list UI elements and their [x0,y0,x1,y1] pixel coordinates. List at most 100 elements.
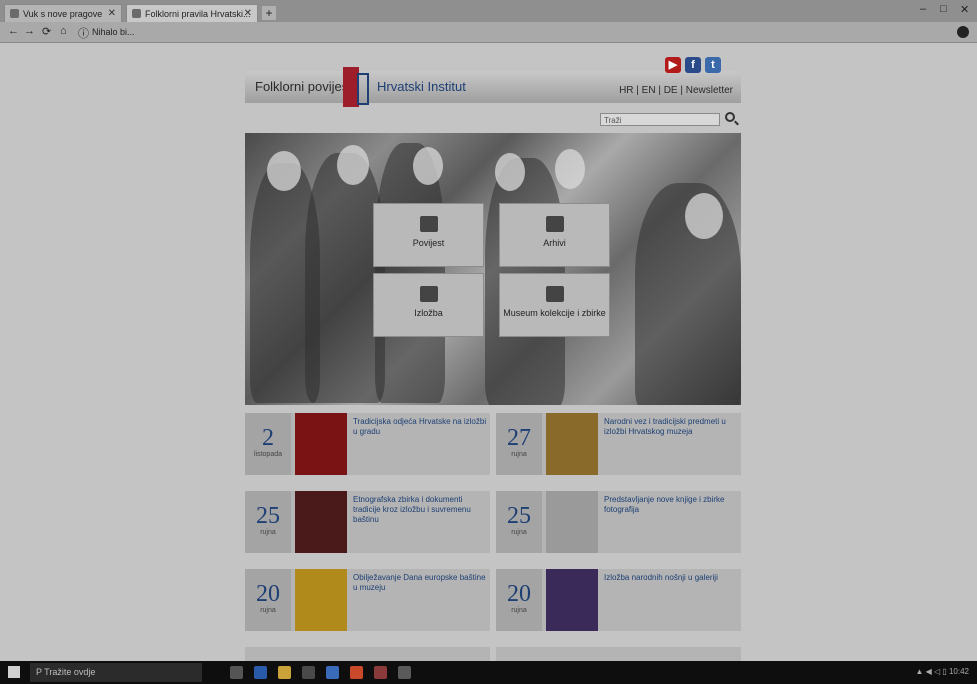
news-item-partial[interactable] [496,647,741,661]
site-logo-text-left[interactable]: Folklorni povijest [255,79,352,94]
hero-tile-kolekcije[interactable]: Museum kolekcije i zbirke [499,273,610,337]
hero-face [495,153,525,191]
news-day: 20 [507,581,531,607]
website-page: Folklorni povijest Hrvatski Institut ▶ f… [245,43,741,661]
minimize-button[interactable]: – [920,3,926,15]
news-thumbnail[interactable] [295,569,347,631]
site-header: Folklorni povijest Hrvatski Institut ▶ f… [245,57,741,107]
site-search-input[interactable]: Traži [600,113,720,126]
site-info-icon[interactable]: ⓘ [78,25,89,41]
browser-tab-bar: Vuk s nove pragove ✕ Folklorni pravila H… [0,0,977,23]
reload-icon[interactable]: ⟳ [42,25,51,38]
news-item[interactable]: 20 rujna Obilježavanje Dana europske baš… [245,569,490,631]
system-tray[interactable]: ▲ ◀ ◁ ▯ 10:42 [915,667,969,676]
news-headline[interactable]: Izložba narodnih nošnji u galeriji [604,573,738,583]
tab-favicon-icon [132,9,141,18]
back-arrow-icon[interactable]: ← [8,25,19,37]
browser-tab-2[interactable]: Folklorni pravila Hrvatski... ✕ [126,4,258,22]
hero-banner: Povijest Arhivi Izložba Museum kolekcije… [245,133,741,405]
profile-avatar[interactable] [957,26,969,38]
close-tab-icon[interactable]: ✕ [244,5,252,22]
hero-face [337,145,369,185]
tab-title: Vuk s nove pragove [23,9,103,19]
news-item[interactable]: 25 rujna Predstavljanje nove knjige i zb… [496,491,741,553]
address-bar-row: ← → ⟳ ⌂ ⓘ Nihalo bi... [0,22,977,43]
close-tab-icon[interactable]: ✕ [108,5,116,22]
news-item[interactable]: 25 rujna Etnografska zbirka i dokumenti … [245,491,490,553]
news-date: 20 rujna [245,569,291,631]
news-item[interactable]: 27 rujna Narodni vez i tradicijski predm… [496,413,741,475]
facebook-icon[interactable]: f [685,57,701,73]
news-day: 27 [507,425,531,451]
forward-arrow-icon[interactable]: → [24,25,35,37]
hero-tile-izlozba[interactable]: Izložba [373,273,484,337]
store-icon[interactable] [302,666,315,679]
news-headline[interactable]: Predstavljanje nove knjige i zbirke foto… [604,495,738,515]
news-month: rujna [511,607,527,614]
twitter-icon[interactable]: t [705,57,721,73]
edge-icon[interactable] [254,666,267,679]
site-logo-text-right[interactable]: Hrvatski Institut [377,79,466,94]
news-headline[interactable]: Tradicijska odjeća Hrvatske na izložbi u… [353,417,487,437]
tab-favicon-icon [10,9,19,18]
news-month: rujna [511,451,527,458]
app-icon[interactable] [398,666,411,679]
windows-start-icon[interactable] [8,666,20,678]
news-headline[interactable]: Obilježavanje Dana europske baštine u mu… [353,573,487,593]
collection-icon [545,286,564,302]
hero-tile-povijest[interactable]: Povijest [373,203,484,267]
taskbar-search-box[interactable]: P Tražite ovdje [30,663,202,682]
mail-icon[interactable] [326,666,339,679]
news-day: 25 [256,503,280,529]
hero-tile-label: Museum kolekcije i zbirke [503,308,606,318]
archive-icon [545,216,564,232]
close-window-button[interactable]: ✕ [960,3,969,16]
news-headline[interactable]: Narodni vez i tradicijski predmeti u izl… [604,417,738,437]
file-explorer-icon[interactable] [278,666,291,679]
hero-tile-label: Izložba [414,308,443,318]
news-item-partial[interactable] [245,647,490,661]
news-month: rujna [260,607,276,614]
news-date: 27 rujna [496,413,542,475]
search-icon[interactable] [725,112,735,122]
url-field[interactable]: Nihalo bi... [92,26,912,39]
news-day: 2 [262,425,274,451]
page-viewport: Folklorni povijest Hrvatski Institut ▶ f… [0,43,977,661]
chrome-icon[interactable] [350,666,363,679]
hero-face [555,149,585,189]
news-date: 25 rujna [245,491,291,553]
exhibit-icon [419,286,438,302]
news-day: 20 [256,581,280,607]
youtube-icon[interactable]: ▶ [665,57,681,73]
hero-tile-arhivi[interactable]: Arhivi [499,203,610,267]
news-date: 20 rujna [496,569,542,631]
hero-tile-label: Arhivi [543,238,566,248]
news-item[interactable]: 2 listopada Tradicijska odjeća Hrvatske … [245,413,490,475]
new-tab-button[interactable]: + [262,6,276,20]
news-day: 25 [507,503,531,529]
building-icon [419,216,438,232]
hero-face [685,193,723,239]
news-thumbnail[interactable] [295,491,347,553]
news-thumbnail[interactable] [295,413,347,475]
news-headline[interactable]: Etnografska zbirka i dokumenti tradicije… [353,495,487,525]
app-icon[interactable] [374,666,387,679]
news-date: 2 listopada [245,413,291,475]
news-thumbnail[interactable] [546,491,598,553]
news-month: rujna [511,529,527,536]
news-date: 25 rujna [496,491,542,553]
maximize-button[interactable]: □ [940,3,947,15]
news-thumbnail[interactable] [546,569,598,631]
language-links[interactable]: HR | EN | DE | Newsletter [619,85,733,96]
hero-face [413,147,443,185]
taskbar-apps [210,661,440,684]
home-icon[interactable]: ⌂ [60,25,67,37]
tab-title: Folklorni pravila Hrvatski... [145,9,251,19]
news-item[interactable]: 20 rujna Izložba narodnih nošnji u galer… [496,569,741,631]
windows-taskbar: P Tražite ovdje ▲ ◀ ◁ ▯ 10:42 [0,661,977,684]
news-thumbnail[interactable] [546,413,598,475]
hero-tile-label: Povijest [412,238,445,248]
task-view-icon[interactable] [230,666,243,679]
news-month: listopada [253,451,283,458]
browser-tab-1[interactable]: Vuk s nove pragove ✕ [4,4,122,22]
